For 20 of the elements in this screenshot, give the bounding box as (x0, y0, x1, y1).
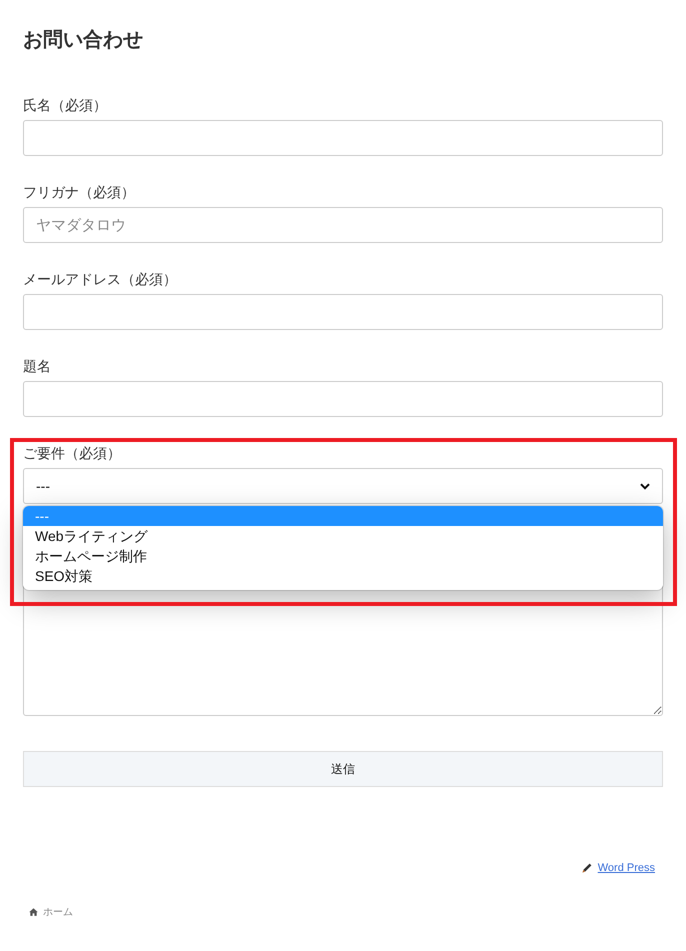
field-label: 題名 (23, 357, 51, 376)
input-field[interactable] (23, 120, 663, 156)
edit-link[interactable]: Word Press (598, 862, 655, 874)
dropdown-option[interactable]: ホームページ制作 (23, 546, 663, 566)
field-label: ご要件（必須） (23, 444, 121, 463)
home-icon (29, 908, 38, 916)
dropdown-option[interactable]: Webライティング (23, 526, 663, 546)
field-label: 氏名（必須） (23, 96, 107, 115)
select-field[interactable]: --- (23, 468, 663, 504)
chevron-down-icon (640, 482, 650, 490)
input-field[interactable] (23, 294, 663, 330)
input-field[interactable]: ヤマダタロウ (23, 207, 663, 243)
field-label: メールアドレス（必須） (23, 270, 177, 289)
breadcrumb-link[interactable]: ホーム (43, 905, 73, 919)
pencil-icon (582, 863, 592, 873)
dropdown-option[interactable]: SEO対策 (23, 566, 663, 586)
submit-button[interactable]: 送信 (23, 751, 663, 787)
field-label: フリガナ（必須） (23, 183, 135, 202)
page-title: お問い合わせ (23, 28, 143, 53)
input-field[interactable] (23, 381, 663, 417)
